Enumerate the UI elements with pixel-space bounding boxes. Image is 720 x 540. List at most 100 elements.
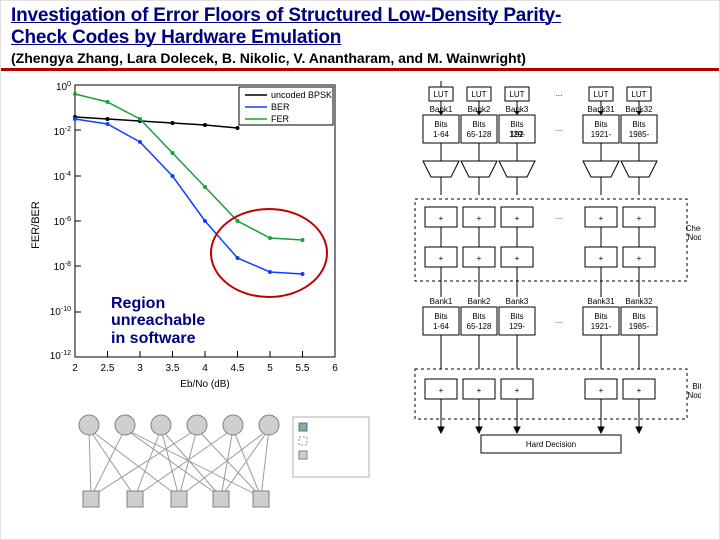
svg-text:10-6: 10-6 xyxy=(54,216,71,228)
tanner-graph xyxy=(61,411,381,521)
svg-text:+: + xyxy=(439,214,444,223)
legend-item-0: uncoded BPSK xyxy=(271,90,332,100)
svg-text:Bits: Bits xyxy=(632,312,645,321)
xlabel: Eb/No (dB) xyxy=(180,379,229,390)
graph-legend xyxy=(293,417,369,477)
svg-text:Bits: Bits xyxy=(510,120,523,129)
title-line-1: Investigation of Error Floors of Structu… xyxy=(11,5,561,26)
svg-text:Bank2: Bank2 xyxy=(468,105,491,114)
title-block: Investigation of Error Floors of Structu… xyxy=(1,1,719,50)
svg-text:100: 100 xyxy=(56,81,71,93)
svg-text:LUT: LUT xyxy=(593,90,608,99)
svg-text:LUT: LUT xyxy=(631,90,646,99)
svg-text:Bank32: Bank32 xyxy=(625,297,653,306)
svg-text:+: + xyxy=(515,254,520,263)
legend-item-1: BER xyxy=(271,102,290,112)
svg-text:+: + xyxy=(515,214,520,223)
svg-text:Bits: Bits xyxy=(434,120,447,129)
slide-title: Investigation of Error Floors of Structu… xyxy=(11,5,709,50)
svg-text:2: 2 xyxy=(72,363,78,374)
svg-text:1921-: 1921- xyxy=(591,130,612,139)
svg-text:1921-: 1921- xyxy=(591,322,612,331)
svg-text:Bits: Bits xyxy=(594,312,607,321)
svg-text:+: + xyxy=(477,386,482,395)
error-floor-highlight xyxy=(211,209,327,297)
hard-decision-label: Hard Decision xyxy=(526,440,576,449)
svg-text:...: ... xyxy=(556,89,563,98)
svg-text:10-4: 10-4 xyxy=(54,171,71,183)
svg-text:Bits: Bits xyxy=(594,120,607,129)
svg-text:+: + xyxy=(439,254,444,263)
svg-text:+: + xyxy=(515,386,520,395)
svg-text:1-64: 1-64 xyxy=(433,322,450,331)
check-node-row: + + + ... + + xyxy=(425,207,655,267)
svg-text:10-10: 10-10 xyxy=(50,306,71,318)
svg-text:...: ... xyxy=(556,124,563,133)
content-area: 100 10-2 10-4 10-6 10-8 10-10 10-12 2 xyxy=(1,71,719,531)
svg-text:Bits: Bits xyxy=(632,120,645,129)
svg-text:129-: 129- xyxy=(509,322,525,331)
svg-text:65-128: 65-128 xyxy=(467,322,492,331)
svg-text:6: 6 xyxy=(332,363,338,374)
svg-text:LUT: LUT xyxy=(471,90,486,99)
bit-node-row: + + + + + xyxy=(425,379,655,399)
bank-row-bottom: Bank1 Bits 1-64 Bank2 Bits 65-128 Bank3 … xyxy=(423,297,657,335)
svg-text:10-12: 10-12 xyxy=(50,350,71,362)
svg-text:...: ... xyxy=(556,316,563,325)
ylabel: FER/BER xyxy=(30,201,42,249)
svg-text:3: 3 xyxy=(137,363,143,374)
bit-node-label: BitNode xyxy=(687,382,701,400)
lut-row: LUT LUT LUT ... xyxy=(429,81,651,115)
svg-text:Bank2: Bank2 xyxy=(468,297,491,306)
svg-text:+: + xyxy=(599,254,604,263)
legend-item-2: FER xyxy=(271,114,290,124)
svg-text:1985-: 1985- xyxy=(629,130,650,139)
svg-text:Bank3: Bank3 xyxy=(506,297,529,306)
svg-text:Bits: Bits xyxy=(472,120,485,129)
svg-text:Bank1: Bank1 xyxy=(430,297,453,306)
svg-text:4: 4 xyxy=(202,363,208,374)
svg-text:129-192: 129-192 xyxy=(509,130,525,139)
svg-text:1985-: 1985- xyxy=(629,322,650,331)
svg-text:10-8: 10-8 xyxy=(54,261,71,273)
svg-text:1-64: 1-64 xyxy=(433,130,450,139)
svg-text:+: + xyxy=(637,386,642,395)
svg-text:65-128: 65-128 xyxy=(467,130,492,139)
svg-text:10-2: 10-2 xyxy=(54,126,71,138)
svg-text:Bank31: Bank31 xyxy=(587,105,615,114)
svg-text:5.5: 5.5 xyxy=(296,363,310,374)
svg-text:+: + xyxy=(637,214,642,223)
bank-row-top: Bank1 Bits 1-64 Bank2 Bits 65-128 Bank3 … xyxy=(423,105,657,143)
authors-line: (Zhengya Zhang, Lara Dolecek, B. Nikolic… xyxy=(1,50,719,68)
svg-text:+: + xyxy=(637,254,642,263)
svg-text:4.5: 4.5 xyxy=(231,363,245,374)
svg-text:2.5: 2.5 xyxy=(101,363,115,374)
note-l1: Region xyxy=(111,295,165,312)
svg-text:+: + xyxy=(599,386,604,395)
svg-text:+: + xyxy=(477,214,482,223)
permute-top xyxy=(423,143,657,195)
series-ber xyxy=(75,119,303,274)
note-l2: unreachable xyxy=(111,312,205,329)
svg-text:Bits: Bits xyxy=(510,312,523,321)
svg-text:Bank1: Bank1 xyxy=(430,105,453,114)
note-l3: in software xyxy=(111,330,195,347)
svg-text:+: + xyxy=(477,254,482,263)
svg-text:Bank3: Bank3 xyxy=(506,105,529,114)
slide-root: Investigation of Error Floors of Structu… xyxy=(0,0,720,540)
svg-text:+: + xyxy=(439,386,444,395)
svg-text:Bits: Bits xyxy=(472,312,485,321)
svg-text:...: ... xyxy=(556,212,563,221)
check-node-label: CheckNode xyxy=(686,224,701,242)
svg-text:LUT: LUT xyxy=(509,90,524,99)
title-line-2: Check Codes by Hardware Emulation xyxy=(11,27,341,48)
svg-text:+: + xyxy=(599,214,604,223)
svg-text:LUT: LUT xyxy=(433,90,448,99)
svg-text:3.5: 3.5 xyxy=(166,363,180,374)
svg-text:5: 5 xyxy=(267,363,273,374)
chart-legend: uncoded BPSK BER FER xyxy=(239,87,333,125)
hardware-diagram: LUT LUT LUT ... xyxy=(401,79,701,459)
svg-text:Bank31: Bank31 xyxy=(587,297,615,306)
svg-text:Bits: Bits xyxy=(434,312,447,321)
svg-text:Bank32: Bank32 xyxy=(625,105,653,114)
